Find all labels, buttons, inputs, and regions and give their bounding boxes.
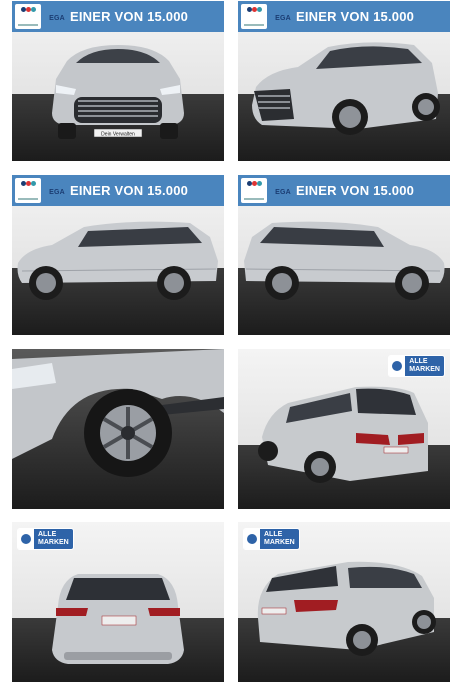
gallery-image-wheel-detail[interactable] — [12, 349, 224, 509]
promo-banner: EGA EINER VON 15.000 — [238, 175, 450, 206]
ega-logo: EGA — [241, 178, 291, 203]
promo-banner: EGA EINER VON 15.000 — [12, 175, 224, 206]
alle-marken-badge: ALLE MARKEN — [244, 529, 299, 549]
alle-marken-badge: ALLE MARKEN — [18, 529, 73, 549]
ega-logo-icon — [21, 181, 36, 189]
promo-banner: EGA EINER VON 15.000 — [238, 1, 450, 32]
promo-banner: EGA EINER VON 15.000 — [12, 1, 224, 32]
gallery-image-rear[interactable]: ALLE MARKEN — [12, 522, 224, 682]
ega-logo: EGA — [15, 178, 65, 203]
ega-logo-icon — [247, 181, 262, 189]
gallery-image-rear-three-quarter[interactable]: ALLE MARKEN — [238, 349, 450, 509]
photo-gallery: Dein Verwalten EGA EINER VON 15.000 EGA … — [0, 0, 452, 682]
banner-text: EINER VON 15.000 — [296, 9, 415, 24]
ega-logo-icon — [21, 7, 36, 15]
gallery-image-rear-three-quarter-left[interactable]: ALLE MARKEN — [238, 522, 450, 682]
gallery-image-side-right[interactable]: EGA EINER VON 15.000 — [238, 175, 450, 335]
ega-logo-icon — [247, 7, 262, 15]
banner-text: EINER VON 15.000 — [70, 9, 189, 24]
ega-logo-icon — [18, 529, 34, 549]
banner-text: EINER VON 15.000 — [70, 183, 189, 198]
gallery-image-side-left[interactable]: EGA EINER VON 15.000 — [12, 175, 224, 335]
ega-logo: EGA — [241, 4, 291, 29]
banner-text: EINER VON 15.000 — [296, 183, 415, 198]
license-plate-text: Dein Verwalten — [101, 132, 135, 138]
car-wheel-detail-photo — [12, 349, 224, 477]
alle-marken-badge: ALLE MARKEN — [389, 356, 444, 376]
gallery-image-front-three-quarter[interactable]: EGA EINER VON 15.000 — [238, 1, 450, 161]
ega-logo: EGA — [15, 4, 65, 29]
ega-logo-icon — [389, 356, 406, 376]
ega-logo-icon — [244, 529, 260, 549]
gallery-image-front[interactable]: Dein Verwalten EGA EINER VON 15.000 — [12, 1, 224, 161]
